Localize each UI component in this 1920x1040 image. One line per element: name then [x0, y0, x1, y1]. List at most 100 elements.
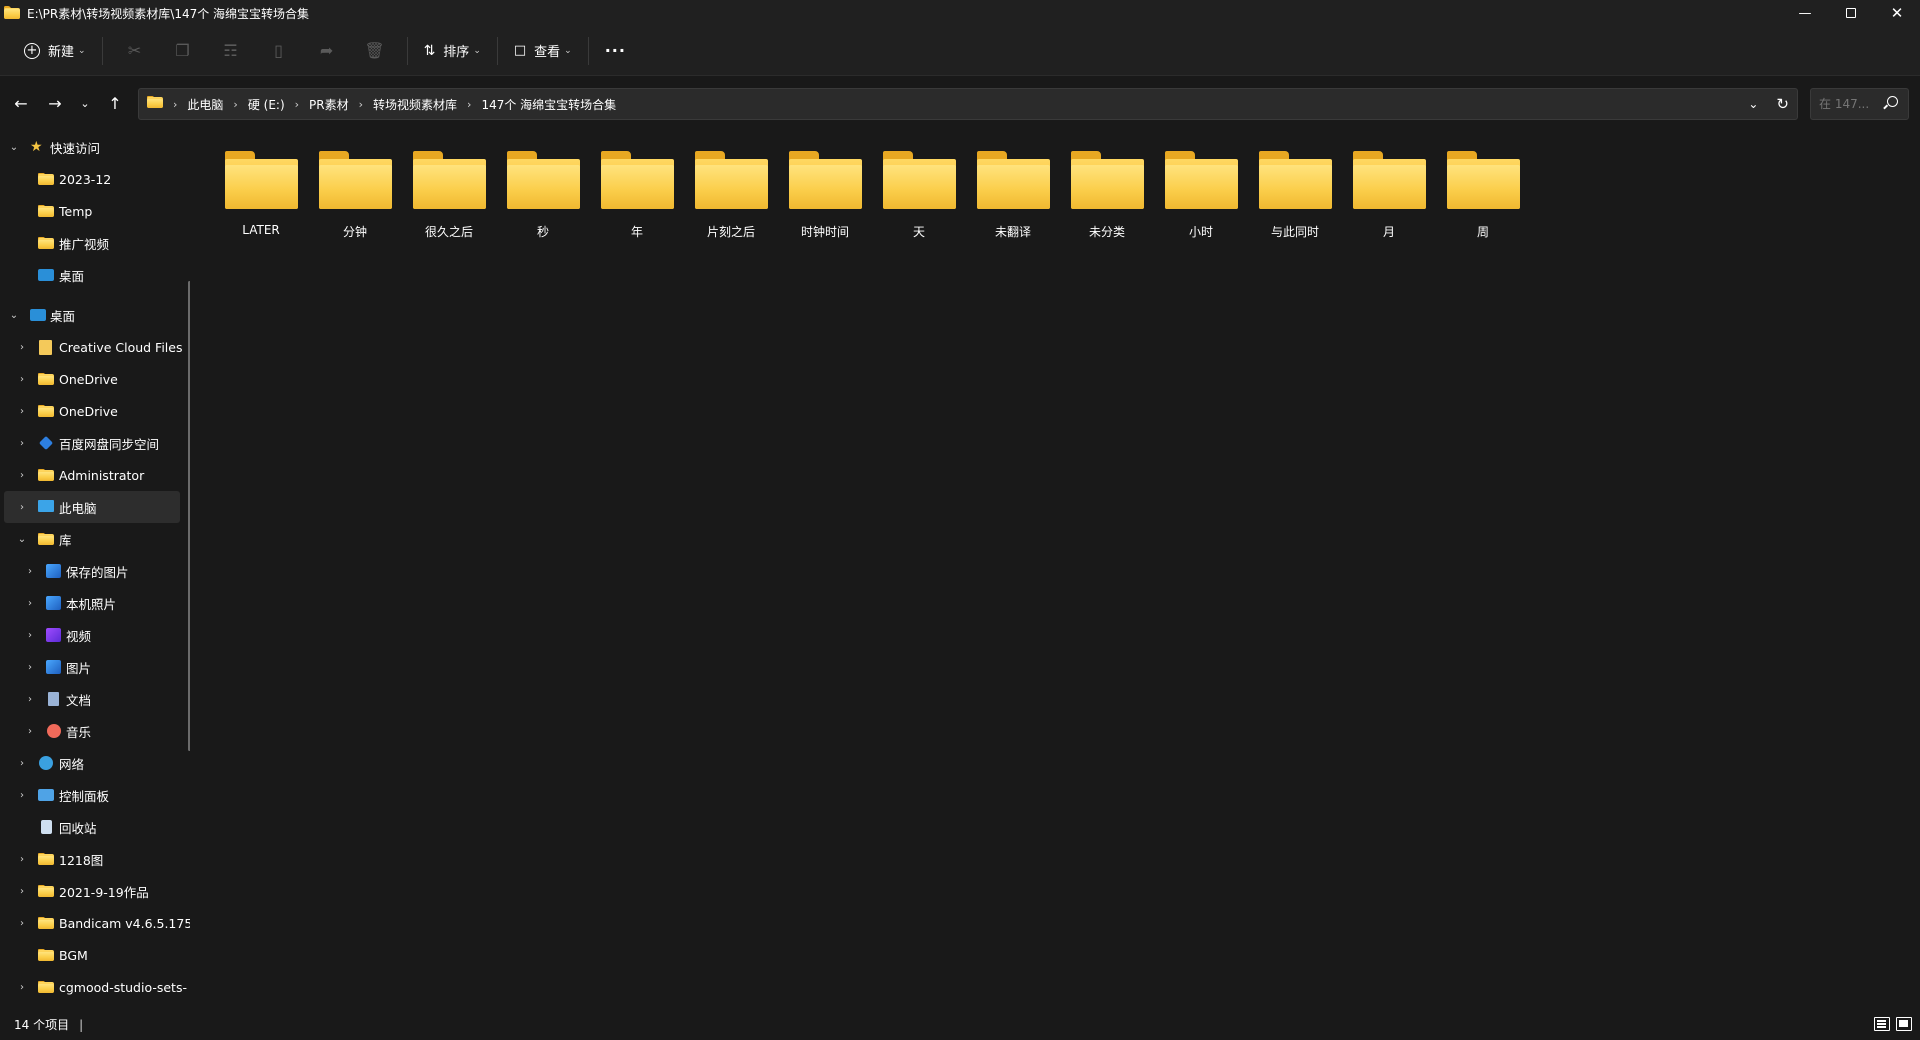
search-box[interactable]: [1810, 88, 1909, 120]
chevron-right-icon[interactable]: ›: [24, 694, 36, 705]
folder-item[interactable]: 秒: [496, 131, 590, 241]
folder-item[interactable]: 时钟时间: [778, 131, 872, 241]
sidebar-scrollbar[interactable]: [188, 281, 190, 751]
sidebar-item-network[interactable]: › 网络: [0, 747, 190, 779]
chevron-right-icon[interactable]: ›: [24, 662, 36, 673]
chevron-right-icon[interactable]: ›: [16, 790, 28, 801]
address-bar[interactable]: › 此电脑 › 硬 (E:) › PR素材 › 转场视频素材库 › 147个 海…: [138, 88, 1798, 120]
refresh-button[interactable]: ↻: [1776, 95, 1789, 113]
breadcrumb-current-folder[interactable]: 147个 海绵宝宝转场合集: [481, 96, 616, 113]
sidebar-item-camera-roll[interactable]: › 本机照片: [0, 587, 190, 619]
folder-item[interactable]: 月: [1342, 131, 1436, 241]
more-options-button[interactable]: ···: [597, 34, 634, 68]
search-input[interactable]: [1819, 97, 1879, 111]
chevron-right-icon[interactable]: ›: [16, 982, 28, 993]
chevron-right-icon[interactable]: ›: [16, 758, 28, 769]
minimize-button[interactable]: —: [1782, 0, 1828, 26]
folder-item[interactable]: LATER: [214, 131, 308, 241]
chevron-right-icon[interactable]: ›: [16, 502, 28, 513]
sidebar-item-libraries[interactable]: ⌄ 库: [0, 523, 190, 555]
sidebar-item-onedrive[interactable]: › OneDrive: [0, 363, 190, 395]
address-history-button[interactable]: ⌄: [1748, 97, 1758, 111]
folder-item[interactable]: 未翻译: [966, 131, 1060, 241]
sidebar-item-2023-12[interactable]: 2023-12: [0, 163, 190, 195]
video-icon: [46, 628, 61, 642]
share-button[interactable]: ➦: [309, 34, 345, 68]
chevron-right-icon[interactable]: ›: [16, 374, 28, 385]
sidebar-item-videos[interactable]: › 视频: [0, 619, 190, 651]
sort-button[interactable]: ⇅ 排序 ⌄: [416, 34, 489, 68]
details-view-icon[interactable]: [1874, 1017, 1890, 1031]
sidebar-item-onedrive-2[interactable]: › OneDrive: [0, 395, 190, 427]
breadcrumb-this-pc[interactable]: 此电脑: [187, 96, 223, 113]
chevron-down-icon[interactable]: ⌄: [8, 142, 20, 153]
sidebar-item-quick-access[interactable]: ⌄ ★ 快速访问: [0, 131, 190, 163]
chevron-right-icon[interactable]: ›: [24, 630, 36, 641]
breadcrumb-pr-materials[interactable]: PR素材: [309, 96, 349, 113]
sidebar-item-1218[interactable]: › 1218图: [0, 843, 190, 875]
chevron-right-icon[interactable]: ›: [16, 438, 28, 449]
sidebar-item-baidu-sync[interactable]: › 百度网盘同步空间: [0, 427, 190, 459]
rename-button[interactable]: ▯: [261, 34, 297, 68]
folder-item[interactable]: 未分类: [1060, 131, 1154, 241]
chevron-down-icon[interactable]: ⌄: [8, 310, 20, 321]
back-button[interactable]: ←: [4, 86, 38, 120]
restore-button[interactable]: [1828, 0, 1874, 26]
sidebar-item-music[interactable]: › 音乐: [0, 715, 190, 747]
sidebar-item-desktop-pinned[interactable]: 桌面: [0, 259, 190, 291]
paste-button[interactable]: ☶: [213, 34, 249, 68]
network-icon: [39, 756, 53, 770]
breadcrumb-transition-library[interactable]: 转场视频素材库: [373, 96, 457, 113]
chevron-right-icon[interactable]: ›: [16, 918, 28, 929]
sidebar-item-creative-cloud[interactable]: › Creative Cloud Files: [0, 331, 190, 363]
search-icon[interactable]: [1887, 96, 1898, 107]
delete-button[interactable]: 🗑: [357, 34, 393, 68]
breadcrumb-separator: ›: [233, 97, 238, 111]
sidebar-item-temp[interactable]: Temp: [0, 195, 190, 227]
chevron-right-icon[interactable]: ›: [16, 342, 28, 353]
close-button[interactable]: ✕: [1874, 0, 1920, 26]
sidebar-item-label: BGM: [59, 947, 88, 963]
large-icons-view-icon[interactable]: [1896, 1017, 1912, 1031]
sidebar-item-recycle-bin[interactable]: 回收站: [0, 811, 190, 843]
folder-item[interactable]: 周: [1436, 131, 1530, 241]
copy-button[interactable]: ❐: [165, 34, 201, 68]
sidebar-item-desktop[interactable]: ⌄ 桌面: [0, 299, 190, 331]
breadcrumb-separator: ›: [358, 97, 364, 111]
folder-item[interactable]: 很久之后: [402, 131, 496, 241]
chevron-right-icon[interactable]: ›: [16, 886, 28, 897]
sidebar-item-promo-videos[interactable]: 推广视频: [0, 227, 190, 259]
chevron-right-icon[interactable]: ›: [16, 854, 28, 865]
folder-item[interactable]: 年: [590, 131, 684, 241]
view-button[interactable]: □ 查看 ⌄: [506, 34, 580, 68]
folder-item[interactable]: 与此同时: [1248, 131, 1342, 241]
chevron-down-icon[interactable]: ⌄: [16, 534, 28, 545]
sidebar-item-control-panel[interactable]: › 控制面板: [0, 779, 190, 811]
recent-locations-button[interactable]: ⌄: [72, 86, 98, 120]
chevron-right-icon[interactable]: ›: [24, 726, 36, 737]
folder-item[interactable]: 小时: [1154, 131, 1248, 241]
chevron-right-icon[interactable]: ›: [24, 598, 36, 609]
forward-button[interactable]: →: [38, 86, 72, 120]
up-button[interactable]: ↑: [98, 86, 132, 120]
sidebar-item-documents[interactable]: › 文档: [0, 683, 190, 715]
new-button[interactable]: + 新建 ⌄: [16, 34, 94, 68]
folder-item[interactable]: 片刻之后: [684, 131, 778, 241]
sidebar-item-administrator[interactable]: › Administrator: [0, 459, 190, 491]
chevron-right-icon[interactable]: ›: [16, 406, 28, 417]
breadcrumb-drive-e[interactable]: 硬 (E:): [248, 96, 285, 113]
folder-item[interactable]: 分钟: [308, 131, 402, 241]
desktop-icon: [38, 269, 54, 281]
cut-button[interactable]: ✂: [117, 34, 153, 68]
folder-item[interactable]: 天: [872, 131, 966, 241]
chevron-right-icon[interactable]: ›: [16, 470, 28, 481]
sidebar-item-cgmood[interactable]: › cgmood-studio-sets-: [0, 971, 190, 1003]
sidebar-item-pictures[interactable]: › 图片: [0, 651, 190, 683]
folder-icon: [38, 236, 54, 250]
sidebar-item-this-pc[interactable]: › 此电脑: [4, 491, 180, 523]
sidebar-item-2021-9-19[interactable]: › 2021-9-19作品: [0, 875, 190, 907]
sidebar-item-bandicam[interactable]: › Bandicam v4.6.5.175: [0, 907, 190, 939]
chevron-right-icon[interactable]: ›: [24, 566, 36, 577]
sidebar-item-bgm[interactable]: BGM: [0, 939, 190, 971]
sidebar-item-saved-pictures[interactable]: › 保存的图片: [0, 555, 190, 587]
